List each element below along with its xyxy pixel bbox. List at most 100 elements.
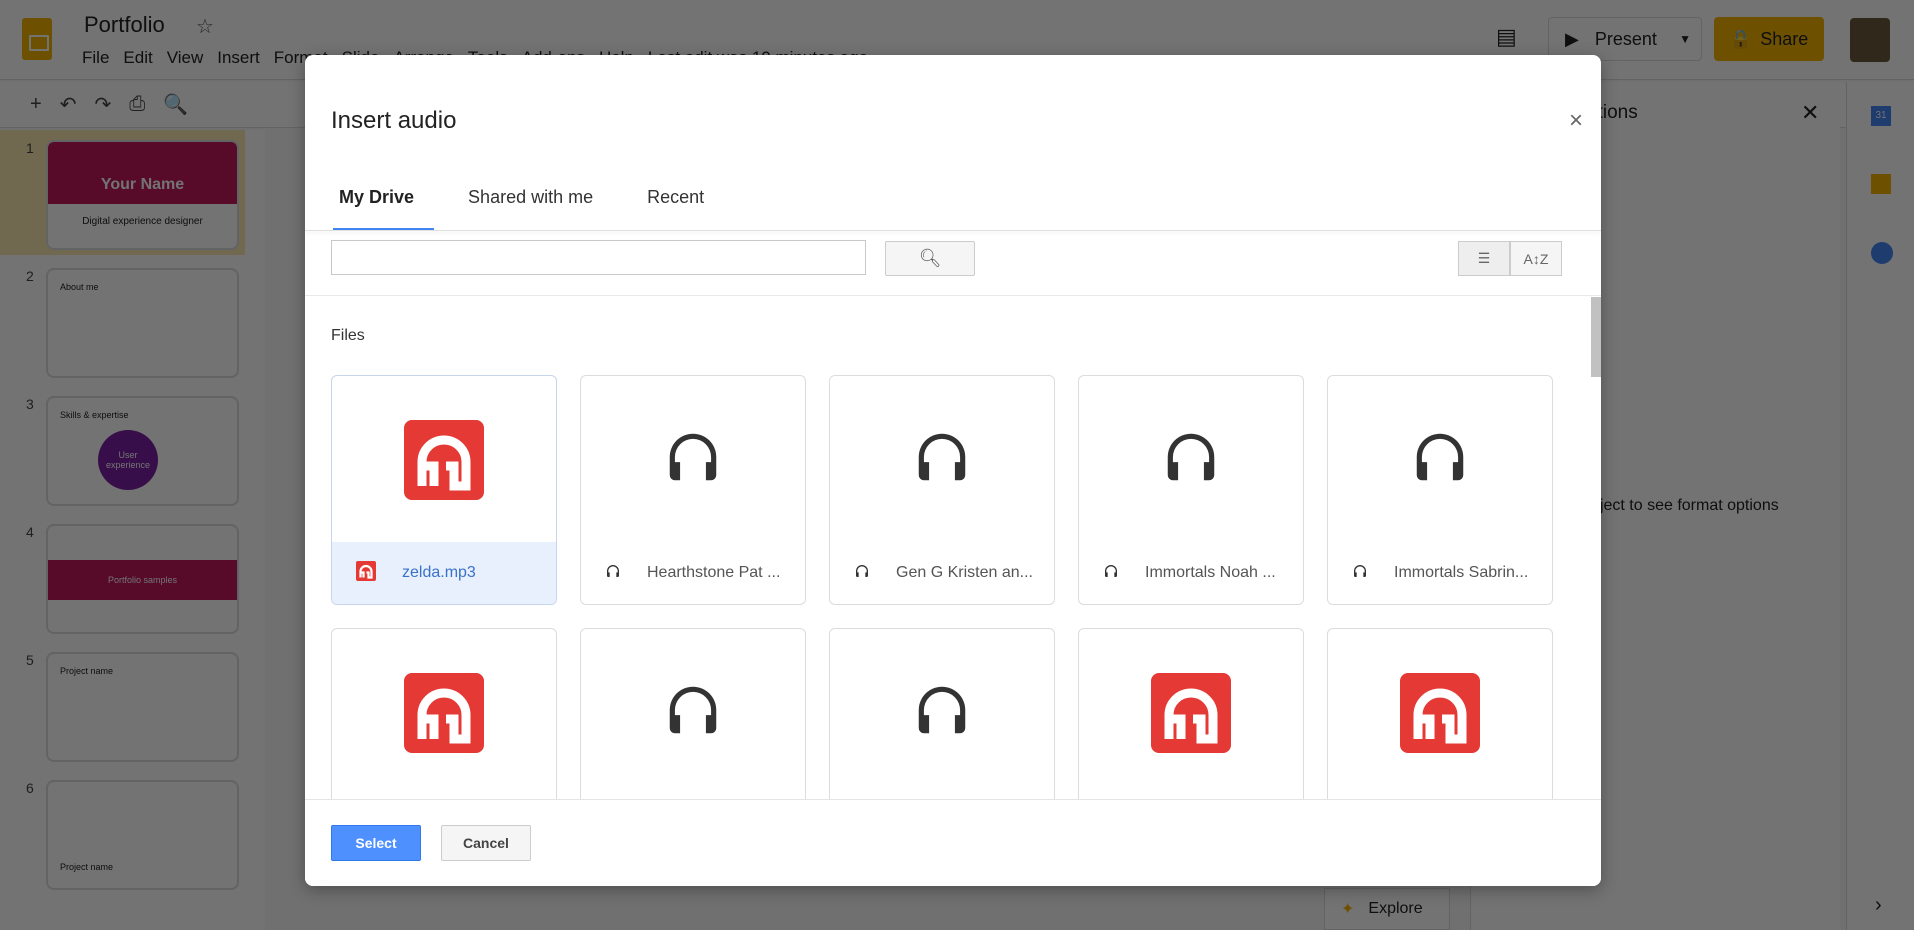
- side-rail: 31 ›: [1846, 82, 1914, 930]
- explore-button[interactable]: ✦ Explore: [1324, 888, 1450, 930]
- files-section-label: Files: [331, 327, 365, 344]
- list-icon: ☰: [1477, 250, 1491, 266]
- tab-bar: My Drive Shared with me Recent: [305, 171, 724, 231]
- file-name: Immortals Noah ...: [1145, 564, 1276, 581]
- slide-thumb-6[interactable]: Project name: [46, 780, 239, 890]
- divider: [305, 230, 1601, 231]
- file-card[interactable]: Immortals Sabrin...: [1327, 375, 1553, 605]
- menu-edit[interactable]: Edit: [123, 48, 152, 68]
- redo-icon[interactable]: ↷: [94, 92, 111, 117]
- file-card[interactable]: Hearthstone Pat ...: [580, 375, 806, 605]
- slide-thumb-4[interactable]: Portfolio samples: [46, 524, 239, 634]
- sort-az-icon: A↕Z: [1523, 250, 1549, 267]
- document-title[interactable]: Portfolio: [84, 12, 165, 38]
- tab-shared-with-me[interactable]: Shared with me: [434, 171, 613, 231]
- menu-view[interactable]: View: [167, 48, 204, 68]
- slides-logo[interactable]: [22, 18, 52, 60]
- slide-number: 2: [26, 268, 34, 284]
- divider: [305, 295, 1601, 296]
- file-card-footer: Immortals Sabrin...: [1328, 542, 1552, 604]
- file-card-footer: zelda.mp3: [332, 542, 556, 604]
- menu-file[interactable]: File: [82, 48, 109, 68]
- close-icon[interactable]: ×: [1569, 107, 1583, 135]
- headphones-icon: [911, 679, 973, 746]
- calendar-icon[interactable]: 31: [1871, 106, 1891, 126]
- comments-icon[interactable]: ▤: [1496, 24, 1517, 50]
- present-dropdown-icon[interactable]: ▼: [1679, 32, 1691, 46]
- tab-recent[interactable]: Recent: [613, 171, 724, 231]
- slide-title: About me: [60, 282, 99, 292]
- slide-number: 1: [26, 140, 34, 156]
- slide-title: Skills & expertise: [60, 410, 129, 420]
- insert-audio-dialog: Insert audio × My Drive Shared with me R…: [305, 55, 1601, 886]
- undo-icon[interactable]: ↶: [60, 92, 77, 117]
- small-red-audio-icon: [356, 560, 376, 586]
- headphones-icon: [1160, 426, 1222, 493]
- slide-thumb-3[interactable]: Skills & expertise User experience: [46, 396, 239, 506]
- share-label: Share: [1760, 28, 1809, 49]
- red-audio-icon: [404, 420, 484, 505]
- avatar[interactable]: [1850, 18, 1890, 62]
- share-button[interactable]: 🔒 Share: [1714, 17, 1824, 61]
- slide-subtitle: Digital experience designer: [82, 216, 203, 227]
- present-icon: ▶: [1565, 28, 1579, 49]
- cancel-button[interactable]: Cancel: [441, 825, 531, 861]
- slide-thumb-5[interactable]: Project name: [46, 652, 239, 762]
- close-icon[interactable]: ✕: [1801, 100, 1819, 126]
- slide-number: 4: [26, 524, 34, 540]
- file-name: Immortals Sabrin...: [1394, 564, 1529, 581]
- print-icon[interactable]: ⎙: [129, 93, 145, 116]
- small-headphones-icon: [605, 563, 621, 584]
- file-name: zelda.mp3: [402, 564, 476, 581]
- explore-label: Explore: [1368, 900, 1423, 917]
- view-options: ☰ A↕Z: [1458, 241, 1562, 276]
- present-label: Present: [1594, 28, 1657, 49]
- slide-thumb-2[interactable]: About me: [46, 268, 239, 378]
- file-card-footer: Immortals Noah ...: [1079, 542, 1303, 604]
- star-icon[interactable]: ☆: [196, 14, 214, 39]
- sort-button[interactable]: A↕Z: [1510, 241, 1562, 276]
- small-headphones-icon: [854, 563, 870, 584]
- file-card-footer: Gen G Kristen an...: [830, 542, 1054, 604]
- search-input[interactable]: [331, 240, 866, 275]
- red-audio-icon: [1400, 673, 1480, 758]
- slide-number: 5: [26, 652, 34, 668]
- file-card[interactable]: zelda.mp3: [331, 375, 557, 605]
- file-grid: zelda.mp3 Hearthstone Pat ... Gen G Kriste…: [331, 375, 1561, 858]
- search-button[interactable]: 🔍︎: [885, 241, 975, 276]
- lock-icon: 🔒: [1729, 28, 1753, 49]
- slide-number: 3: [26, 396, 34, 412]
- red-audio-icon: [404, 673, 484, 758]
- select-button[interactable]: Select: [331, 825, 421, 861]
- filmstrip: 1 Your Name Digital experience designer 2…: [0, 130, 265, 930]
- list-view-button[interactable]: ☰: [1458, 241, 1510, 276]
- menu-insert[interactable]: Insert: [217, 48, 260, 68]
- tab-my-drive[interactable]: My Drive: [319, 171, 435, 231]
- file-card[interactable]: Gen G Kristen an...: [829, 375, 1055, 605]
- slide-thumb-1[interactable]: Your Name Digital experience designer: [46, 140, 239, 250]
- expand-icon[interactable]: ›: [1875, 894, 1882, 917]
- small-headphones-icon: [1103, 563, 1119, 584]
- file-card[interactable]: Immortals Noah ...: [1078, 375, 1304, 605]
- new-slide-icon[interactable]: +: [30, 93, 42, 116]
- scrollbar[interactable]: [1591, 297, 1601, 377]
- tasks-icon[interactable]: [1871, 242, 1893, 264]
- file-card-footer: Hearthstone Pat ...: [581, 542, 805, 604]
- slide-number: 6: [26, 780, 34, 796]
- keep-icon[interactable]: [1871, 174, 1891, 194]
- zoom-icon[interactable]: 🔍: [163, 92, 188, 117]
- headphones-icon: [662, 679, 724, 746]
- small-headphones-icon: [1352, 563, 1368, 584]
- file-name: Hearthstone Pat ...: [647, 564, 781, 581]
- headphones-icon: [662, 426, 724, 493]
- slide-circle: User experience: [98, 430, 158, 490]
- dialog-title: Insert audio: [331, 107, 457, 134]
- explore-icon: ✦: [1341, 901, 1355, 918]
- headphones-icon: [911, 426, 973, 493]
- slide-title: Project name: [60, 862, 114, 872]
- search-icon: 🔍︎: [918, 248, 942, 268]
- slide-title: Project name: [60, 666, 114, 676]
- file-name: Gen G Kristen an...: [896, 564, 1033, 581]
- headphones-icon: [1409, 426, 1471, 493]
- slide-title: Your Name: [48, 142, 237, 204]
